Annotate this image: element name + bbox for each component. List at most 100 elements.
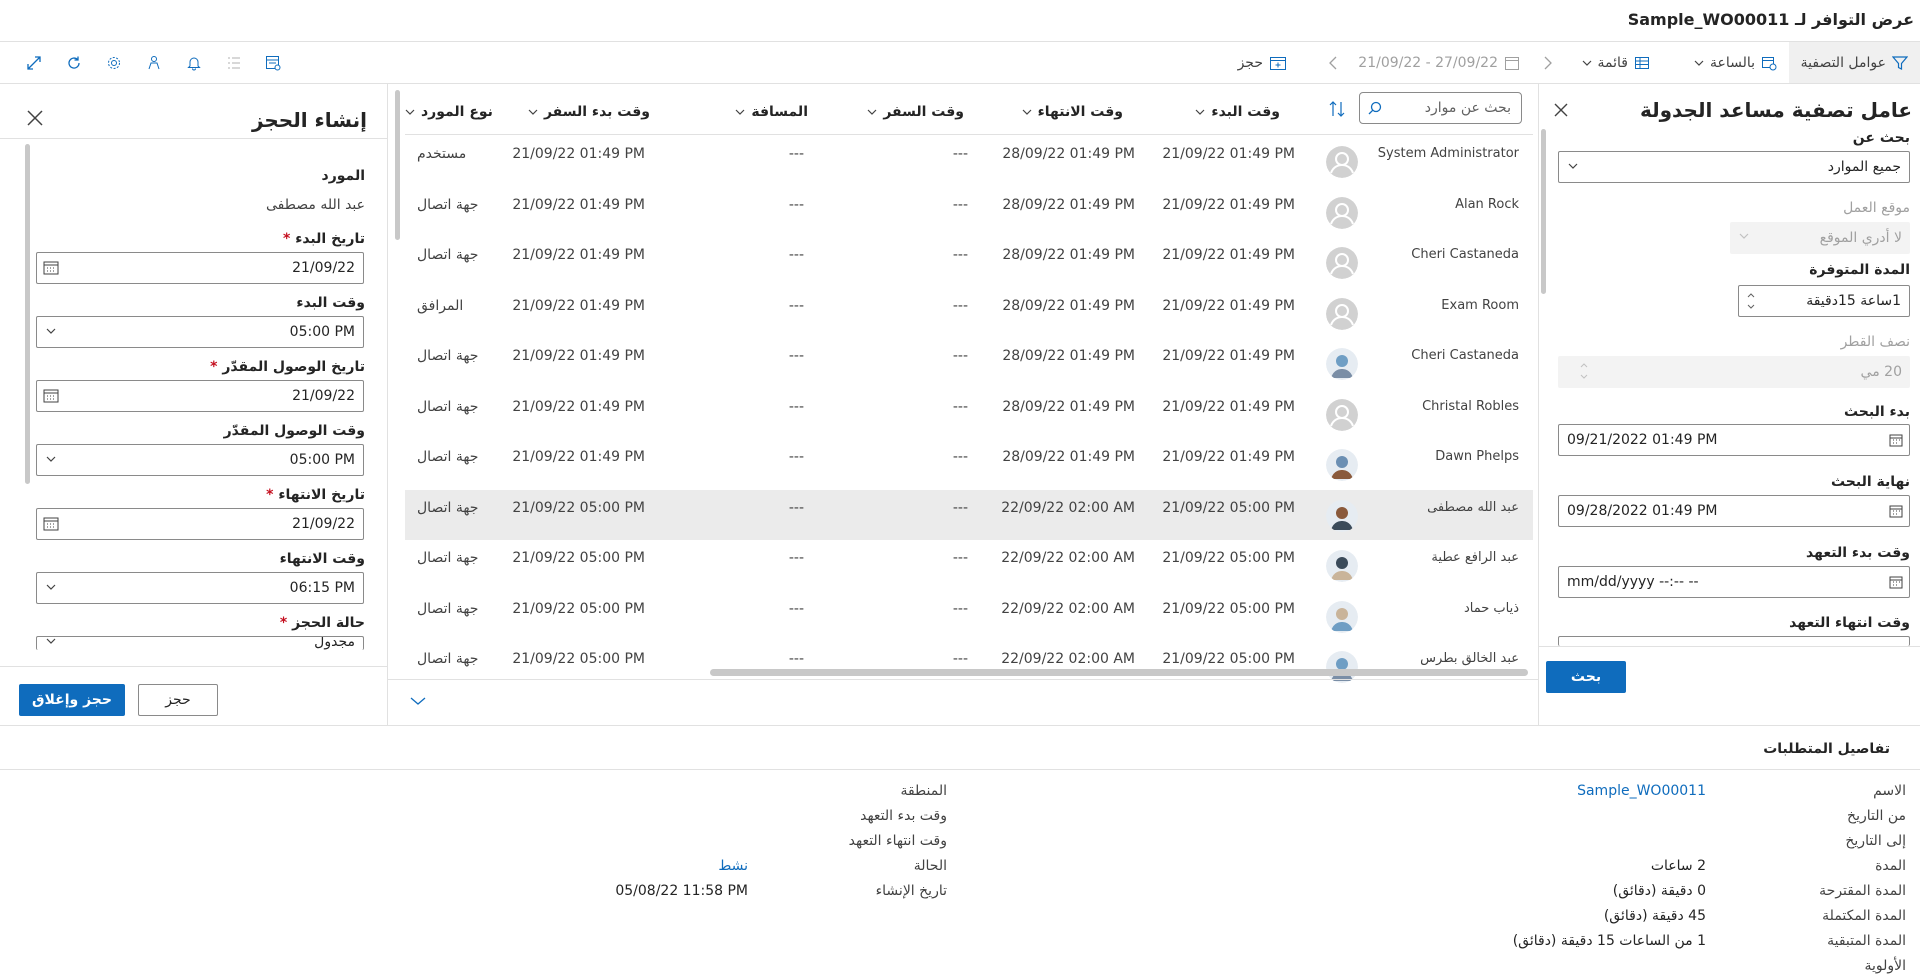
header-travel-time[interactable]: وقت السفر <box>867 104 964 120</box>
resource-name[interactable]: Alan Rock <box>1455 197 1519 212</box>
work-location-value: لا أدري الموقع <box>1819 230 1902 246</box>
end-date-input[interactable]: 21/09/22 <box>36 508 364 540</box>
settings-gear-icon[interactable] <box>103 52 125 74</box>
resource-name[interactable]: Exam Room <box>1441 298 1519 313</box>
sort-icon[interactable] <box>1329 100 1345 118</box>
end-time-cell: 28/09/22 01:49 PM <box>1002 398 1135 415</box>
resource-name[interactable]: Cheri Castaneda <box>1411 348 1519 363</box>
calendar-icon[interactable] <box>1889 433 1903 447</box>
book-and-close-button[interactable]: حجز وإغلاق <box>19 684 125 716</box>
resource-name[interactable]: System Administrator <box>1378 146 1519 161</box>
filter-scrollbar[interactable] <box>1541 129 1546 294</box>
booking-scrollbar[interactable] <box>25 144 30 484</box>
start-time-select[interactable]: 05:00 PM <box>36 316 364 348</box>
resource-type-cell: مستخدم <box>417 146 467 162</box>
table-row[interactable]: Cheri Castaneda 21/09/22 01:49 PM 28/09/22… <box>405 338 1533 388</box>
start-date-input[interactable]: 21/09/22 <box>36 252 364 284</box>
chevron-down-icon <box>45 453 57 465</box>
table-row[interactable]: Exam Room 21/09/22 01:49 PM 28/09/22 01:49… <box>405 288 1533 338</box>
next-chevron-icon[interactable] <box>1537 52 1559 74</box>
distance-cell: --- <box>788 449 804 465</box>
header-start-time[interactable]: وقت البدء <box>1195 104 1280 120</box>
table-row[interactable]: عبد الخالق بطرس 21/09/22 05:00 PM 22/09/22… <box>405 641 1533 691</box>
booking-header-divider <box>0 138 387 139</box>
book-toolbar-button[interactable]: حجز <box>1238 50 1287 76</box>
resource-type-cell: جهة اتصال <box>417 449 479 465</box>
book-button[interactable]: حجز <box>138 684 218 716</box>
resource-name[interactable]: Cheri Castaneda <box>1411 247 1519 262</box>
booking-status-select[interactable]: مجدول <box>36 636 364 650</box>
promised-start-input[interactable]: mm/dd/yyyy --:-- -- <box>1558 566 1910 598</box>
table-row[interactable]: Cheri Castaneda 21/09/22 01:49 PM 28/09/22… <box>405 237 1533 287</box>
table-row[interactable]: Christal Robles 21/09/22 01:49 PM 28/09/22… <box>405 389 1533 439</box>
filters-button[interactable]: عوامل التصفية <box>1788 42 1920 83</box>
header-start-time-label: وقت البدء <box>1211 104 1280 120</box>
travel-start-cell: 21/09/22 05:00 PM <box>512 499 645 516</box>
grid-vertical-scrollbar[interactable] <box>395 90 400 240</box>
travel-time-cell: --- <box>952 651 968 667</box>
resource-name[interactable]: عبد الرافع عطية <box>1431 550 1519 565</box>
close-icon[interactable] <box>23 106 47 130</box>
calendar-icon[interactable] <box>43 517 59 531</box>
name-value-link[interactable]: Sample_WO00011 <box>1577 783 1706 799</box>
table-row[interactable]: عبد الله مصطفى 21/09/22 05:00 PM 22/09/22 … <box>405 489 1533 540</box>
work-location-select[interactable]: لا أدري الموقع <box>1730 222 1910 254</box>
end-time-cell: 22/09/22 02:00 AM <box>1001 600 1135 617</box>
resource-name[interactable]: عبد الخالق بطرس <box>1420 651 1519 666</box>
avatar <box>1326 146 1358 178</box>
resource-name[interactable]: ذياب حماد <box>1464 601 1519 616</box>
resource-name[interactable]: عبد الله مصطفى <box>1427 500 1519 515</box>
promised-end-input[interactable] <box>1558 636 1910 646</box>
table-row[interactable]: ذياب حماد 21/09/22 05:00 PM 22/09/22 02:00… <box>405 591 1533 641</box>
available-duration-stepper[interactable]: 1ساعة 15دقيقة <box>1738 285 1910 317</box>
avatar <box>1326 196 1358 229</box>
calendar-icon[interactable] <box>1889 575 1903 589</box>
eta-date-input[interactable]: 21/09/22 <box>36 380 364 412</box>
refresh-icon[interactable] <box>63 52 85 74</box>
header-distance[interactable]: المسافة <box>735 104 808 120</box>
avatar <box>1326 449 1358 481</box>
table-row[interactable]: System Administrator 21/09/22 01:49 PM 28/… <box>405 136 1533 186</box>
end-time-cell: 28/09/22 01:49 PM <box>1002 297 1135 314</box>
radius-input[interactable]: 20 مي <box>1558 356 1910 388</box>
date-range-picker[interactable]: 21/09/22 - 27/09/22 <box>1358 50 1520 76</box>
table-row[interactable]: عبد الرافع عطية 21/09/22 05:00 PM 22/09/22… <box>405 540 1533 590</box>
prev-chevron-icon[interactable] <box>1322 52 1344 74</box>
status-value-link[interactable]: نشط <box>718 858 748 874</box>
search-for-select[interactable]: جميع الموارد <box>1558 151 1910 183</box>
search-end-input[interactable]: 09/28/2022 01:49 PM <box>1558 495 1910 527</box>
end-time-select[interactable]: 06:15 PM <box>36 572 364 604</box>
end-time-cell: 28/09/22 01:49 PM <box>1002 196 1135 213</box>
resource-person-icon[interactable] <box>143 52 165 74</box>
hourly-view-dropdown[interactable]: بالساعة <box>1694 50 1777 76</box>
search-button[interactable]: بحث <box>1546 661 1626 693</box>
calendar-icon[interactable] <box>43 389 59 403</box>
board-settings-icon[interactable] <box>262 52 284 74</box>
calendar-icon[interactable] <box>1889 504 1903 518</box>
eta-date-value: 21/09/22 <box>292 388 355 404</box>
avatar <box>1326 550 1358 582</box>
header-travel-start[interactable]: وقت بدء السفر <box>528 104 650 120</box>
list-view-dropdown[interactable]: قائمة <box>1582 50 1650 76</box>
resource-name[interactable]: Dawn Phelps <box>1435 449 1519 464</box>
close-icon[interactable] <box>1549 98 1573 122</box>
start-time-cell: 21/09/22 01:49 PM <box>1162 398 1295 415</box>
list-details-icon[interactable] <box>223 52 245 74</box>
bell-icon[interactable] <box>183 52 205 74</box>
header-end-time[interactable]: وقت الانتهاء <box>1022 104 1123 120</box>
search-resources-input[interactable]: بحث عن موارد <box>1359 92 1522 124</box>
search-start-input[interactable]: 09/21/2022 01:49 PM <box>1558 424 1910 456</box>
calendar-icon[interactable] <box>43 261 59 275</box>
window-title: عرض التوافر لـ Sample_WO00011 <box>1627 10 1914 29</box>
grid-horizontal-scrollbar[interactable] <box>710 669 1528 676</box>
table-row[interactable]: Dawn Phelps 21/09/22 01:49 PM 28/09/22 01:… <box>405 439 1533 489</box>
start-time-value: 05:00 PM <box>289 324 355 340</box>
expand-details-chevron-icon[interactable] <box>410 696 426 706</box>
table-row[interactable]: Alan Rock 21/09/22 01:49 PM 28/09/22 01:49… <box>405 187 1533 237</box>
resource-name[interactable]: Christal Robles <box>1422 399 1519 414</box>
radius-value: 20 مي <box>1860 364 1902 380</box>
header-resource-type[interactable]: نوع المورد <box>405 104 493 120</box>
eta-date-label: تاريخ الوصول المقدّر * <box>210 359 365 375</box>
expand-icon[interactable] <box>23 52 45 74</box>
eta-time-select[interactable]: 05:00 PM <box>36 444 364 476</box>
